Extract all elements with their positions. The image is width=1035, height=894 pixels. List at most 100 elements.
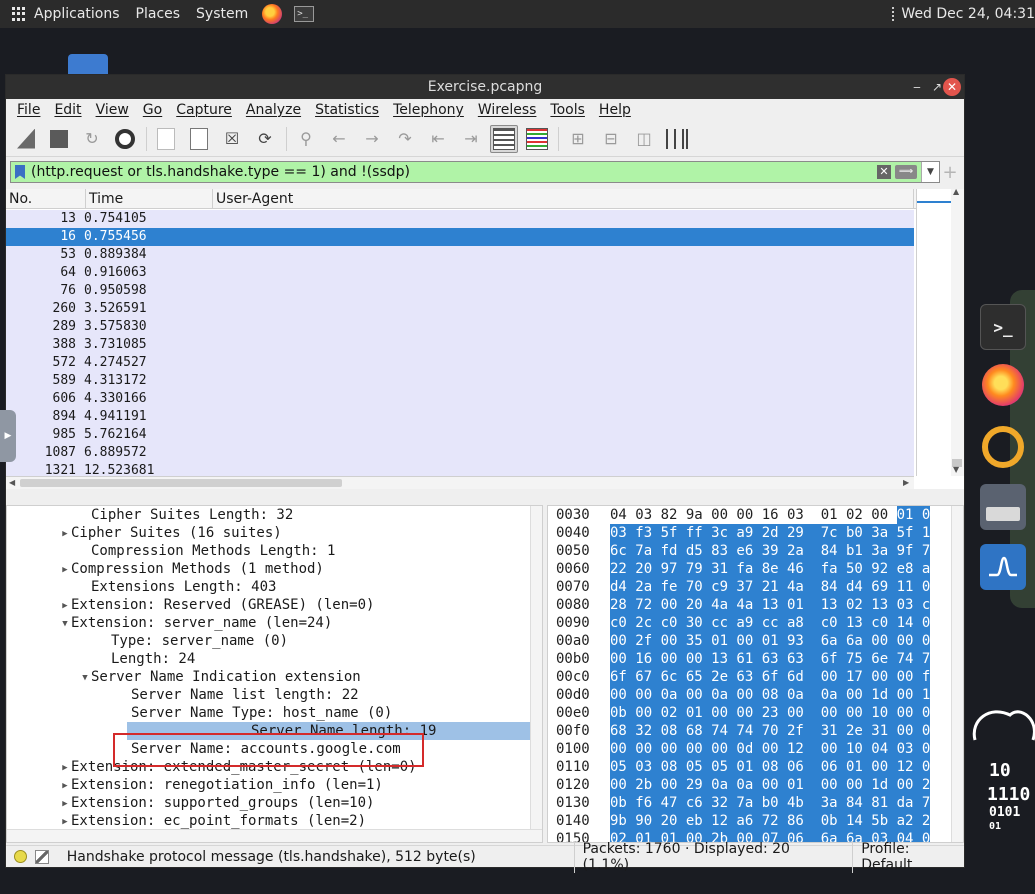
scroll-down-icon[interactable]: ▼ [953,465,959,474]
dock-sync-icon[interactable] [980,424,1026,470]
packet-minimap[interactable] [917,189,951,476]
hex-row[interactable]: 0080 28 72 00 20 4a 4a 13 01 13 02 13 03 … [548,596,963,614]
packet-row[interactable]: 260 3.526591 [6,300,914,318]
bytes-vscroll[interactable] [951,506,963,842]
packet-row[interactable]: 388 3.731085 [6,336,914,354]
details-tree-row[interactable]: Compression Methods Length: 1 [7,542,542,560]
maximize-button[interactable]: ↗ [930,78,944,96]
details-tree-row[interactable]: Server Name Type: host_name (0) [7,704,542,722]
hex-row[interactable]: 0030 04 03 82 9a 00 00 16 03 01 02 00 01 … [548,506,963,524]
column-header-user-agent[interactable]: User-Agent [213,189,914,208]
hex-row[interactable]: 0070 d4 2a fe 70 c9 37 21 4a 84 d4 69 11 … [548,578,963,596]
packet-row[interactable]: 894 4.941191 [6,408,914,426]
folder-icon[interactable] [68,54,108,76]
hex-row[interactable]: 00d0 00 00 0a 00 0a 00 08 0a 0a 00 1d 00 … [548,686,963,704]
details-tree-row[interactable]: Type: server_name (0) [7,632,542,650]
zoom-out-button[interactable]: ⊟ [597,125,625,153]
details-tree-row[interactable]: ▼ Server Name Indication extension [7,668,542,686]
colorize-button[interactable] [523,125,551,153]
places-menu[interactable]: Places [128,0,189,28]
packet-row[interactable]: 572 4.274527 [6,354,914,372]
applications-menu[interactable]: Applications [0,0,128,28]
packet-list-hscroll[interactable]: ◀ ▶ [6,476,914,489]
collapsed-arrow-icon[interactable]: ▶ [59,561,71,579]
capture-comment-icon[interactable] [34,849,49,864]
scroll-up-icon[interactable]: ▲ [953,187,959,196]
menu-help[interactable]: Help [592,102,638,118]
hscroll-thumb[interactable] [20,479,342,487]
add-filter-button[interactable]: + [940,162,960,183]
details-tree-row[interactable]: ▶ Cipher Suites (16 suites) [7,524,542,542]
details-tree-row[interactable]: ▶ Extension: ec_point_formats (len=2) [7,812,542,830]
details-tree-row[interactable]: ▼ Extension: server_name (len=24) [7,614,542,632]
details-tree-row[interactable]: Length: 24 [7,650,542,668]
packet-row[interactable]: 1321 12.523681 [6,462,914,476]
find-packet-button[interactable]: ⚲ [292,125,320,153]
hex-row[interactable]: 0060 22 20 97 79 31 fa 8e 46 fa 50 92 e8 … [548,560,963,578]
collapsed-arrow-icon[interactable]: ▶ [59,795,71,813]
hex-row[interactable]: 00a0 00 2f 00 35 01 00 01 93 6a 6a 00 00 … [548,632,963,650]
status-profile[interactable]: Profile: Default [852,840,964,873]
packet-row[interactable]: 76 0.950598 [6,282,914,300]
dock-terminal-icon[interactable]: >_ [980,304,1026,350]
packet-list-vscroll[interactable]: ▲ ▼ [916,187,964,476]
go-forward-button[interactable]: → [358,125,386,153]
collapsed-arrow-icon[interactable]: ▶ [59,777,71,795]
expert-info-icon[interactable] [14,850,27,863]
packet-row[interactable]: 289 3.575830 [6,318,914,336]
scroll-left-icon[interactable]: ◀ [9,478,15,487]
normal-size-button[interactable]: ◫ [630,125,658,153]
packet-row[interactable]: 985 5.762164 [6,426,914,444]
close-button[interactable]: ✕ [943,78,961,96]
column-header-time[interactable]: Time [86,189,213,208]
menu-wireless[interactable]: Wireless [471,102,544,118]
packet-row[interactable]: 13 0.754105 [6,210,914,228]
details-vscroll[interactable] [530,506,542,830]
menu-edit[interactable]: Edit [47,102,88,118]
menu-file[interactable]: File [10,102,47,118]
hex-row[interactable]: 0130 0b f6 47 c6 32 7a b0 4b 3a 84 81 da … [548,794,963,812]
go-back-button[interactable]: ← [325,125,353,153]
bookmark-icon[interactable] [15,165,25,179]
packet-row[interactable]: 589 4.313172 [6,372,914,390]
packet-row[interactable]: 1087 6.889572 [6,444,914,462]
capture-options-button[interactable] [111,125,139,153]
save-file-button[interactable] [185,125,213,153]
expanded-arrow-icon[interactable]: ▼ [79,669,91,687]
filter-history-dropdown[interactable]: ▼ [921,162,939,182]
firefox-icon[interactable] [262,4,283,24]
hex-row[interactable]: 0040 03 f3 5f ff 3c a9 2d 29 7c b0 3a 5f … [548,524,963,542]
display-filter-input[interactable] [31,162,877,182]
last-packet-button[interactable]: ⇥ [457,125,485,153]
hex-row[interactable]: 00c0 6f 67 6c 65 2e 63 6f 6d 00 17 00 00 … [548,668,963,686]
hex-row[interactable]: 0050 6c 7a fd d5 83 e6 39 2a 84 b1 3a 9f … [548,542,963,560]
system-menu[interactable]: System [188,0,256,28]
details-tree-row[interactable]: ▶ Compression Methods (1 method) [7,560,542,578]
first-packet-button[interactable]: ⇤ [424,125,452,153]
hex-row[interactable]: 0140 9b 90 20 eb 12 a6 72 86 0b 14 5b a2 … [548,812,963,830]
column-header-no[interactable]: No. [6,189,86,208]
menu-analyze[interactable]: Analyze [239,102,308,118]
packet-row[interactable]: 16 0.755456 [6,228,914,246]
menu-tools[interactable]: Tools [543,102,592,118]
expanded-arrow-icon[interactable]: ▼ [59,615,71,633]
collapsed-arrow-icon[interactable]: ▶ [59,525,71,543]
details-tree-row[interactable]: ▶ Extension: renegotiation_info (len=1) [7,776,542,794]
packet-row[interactable]: 606 4.330166 [6,390,914,408]
details-tree-row[interactable]: Extensions Length: 403 [7,578,542,596]
details-tree-row[interactable]: Server Name list length: 22 [7,686,542,704]
stop-capture-button[interactable] [45,125,73,153]
collapsed-arrow-icon[interactable]: ▶ [59,597,71,615]
hex-row[interactable]: 0100 00 00 00 00 00 0d 00 12 00 10 04 03 … [548,740,963,758]
packet-row[interactable]: 53 0.889384 [6,246,914,264]
hex-row[interactable]: 0120 00 2b 00 29 0a 0a 00 01 00 00 1d 00 … [548,776,963,794]
menu-view[interactable]: View [89,102,136,118]
terminal-icon[interactable]: >_ [294,6,315,22]
zoom-in-button[interactable]: ⊞ [564,125,592,153]
hex-row[interactable]: 0090 c0 2c c0 30 cc a9 cc a8 c0 13 c0 14 … [548,614,963,632]
details-tree-row[interactable]: ▶ Extension: supported_groups (len=10) [7,794,542,812]
dock-drive-icon[interactable] [980,484,1026,530]
dock-wireshark-icon[interactable] [980,544,1026,590]
scroll-right-icon[interactable]: ▶ [903,478,909,487]
autoscroll-button[interactable] [490,124,518,153]
